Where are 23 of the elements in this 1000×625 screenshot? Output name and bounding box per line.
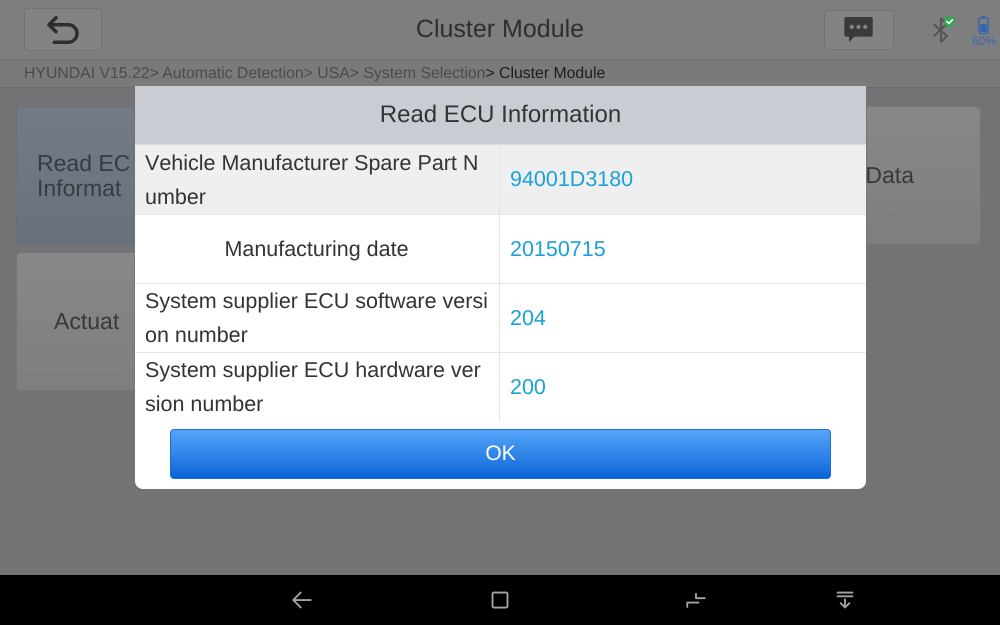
page-title: Cluster Module [416,14,584,45]
dialog-title: Read ECU Information [135,86,866,145]
table-cell-text: 94001D3180 [509,166,634,194]
back-button[interactable] [24,8,102,51]
back-arrow-icon[interactable] [292,590,312,610]
battery-icon [978,16,990,34]
function-card[interactable]: Read EC Informat [16,106,135,245]
table-cell-text: 20150715 [509,236,607,263]
function-card[interactable]: Data [866,106,981,245]
battery-percent: 60% [972,34,996,48]
bluetooth-check-icon [932,16,956,43]
down-arrow-lines-icon[interactable] [835,590,855,610]
table-cell-text: 200 [509,374,547,401]
undo-arrow-icon [47,16,79,44]
chat-bubble-icon [844,17,874,42]
table-cell-text: 204 [509,304,547,332]
square-icon[interactable] [490,590,510,610]
function-card[interactable]: Actuat [16,252,135,391]
breadcrumb-current: > Cluster Module [485,64,606,84]
message-button[interactable] [824,10,894,50]
switch-lines-icon[interactable] [686,590,706,610]
table-cell: System supplier ECU hardware version number [135,353,500,421]
ok-button[interactable]: OK [170,429,831,479]
